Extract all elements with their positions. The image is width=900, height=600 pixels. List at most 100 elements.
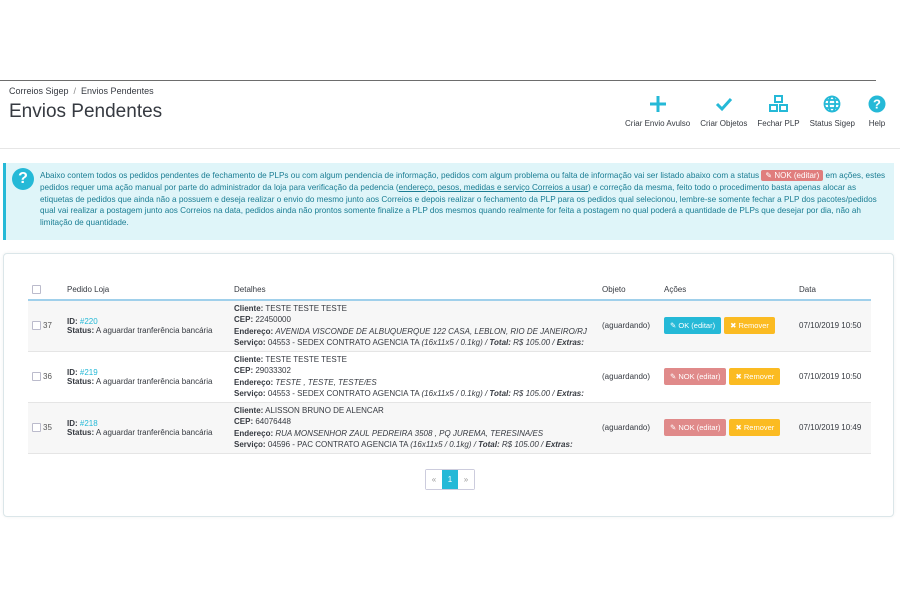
status-sigep-button[interactable]: Status Sigep xyxy=(805,93,860,128)
dims-value: (16x11x5 / 0.1kg) / xyxy=(410,440,476,449)
help-button[interactable]: ? Help xyxy=(860,93,894,128)
header-objeto: Objeto xyxy=(598,279,660,301)
object-cell: (aguardando) xyxy=(598,351,660,403)
row-number: 35 xyxy=(43,423,52,433)
nok-edit-label: NOK (editar) xyxy=(678,372,721,381)
page-header: Correios Sigep / Envios Pendentes Envios P… xyxy=(0,81,900,149)
row-checkbox[interactable] xyxy=(32,372,41,382)
edit-icon: ✎ xyxy=(670,372,677,381)
cep-value: 22450000 xyxy=(255,315,291,325)
extras-label: Extras: xyxy=(556,389,584,398)
total-value: R$ 105.00 / xyxy=(513,389,555,398)
orders-table: Pedido Loja Detalhes Objeto Ações Data 3… xyxy=(28,279,871,454)
ok-edit-button[interactable]: ✎ OK (editar) xyxy=(664,317,722,335)
customer-name: TESTE TESTE TESTE xyxy=(265,354,347,364)
row-checkbox[interactable] xyxy=(32,321,41,331)
cep-value: 29033302 xyxy=(255,366,291,375)
header-acoes: Ações xyxy=(660,279,795,301)
row-select-cell: 37 xyxy=(28,300,63,352)
row-number: 36 xyxy=(43,372,52,382)
pagination-page-1[interactable]: 1 xyxy=(442,470,458,489)
service-value: 04553 - SEDEX CONTRATO AGENCIA TA xyxy=(267,338,420,348)
breadcrumb-parent[interactable]: Correios Sigep xyxy=(9,86,69,96)
orders-panel: Pedido Loja Detalhes Objeto Ações Data 3… xyxy=(3,253,894,517)
status-label: Status: xyxy=(67,376,95,386)
create-objects-button[interactable]: Criar Objetos xyxy=(695,93,752,128)
alert-text-part1: Abaixo contem todos os pedidos pendentes… xyxy=(40,171,760,180)
close-plp-button[interactable]: Fechar PLP xyxy=(752,93,804,128)
total-value: R$ 105.00 / xyxy=(513,338,555,348)
edit-icon: ✎ xyxy=(670,423,677,432)
cliente-label: Cliente: xyxy=(234,354,264,364)
info-alert: ? Abaixo contem todos os pedidos pendent… xyxy=(3,163,894,240)
globe-icon xyxy=(820,93,844,115)
close-icon: ✖ xyxy=(735,423,742,432)
row-number: 37 xyxy=(43,321,52,331)
remove-label: Remover xyxy=(743,372,775,381)
table-header-row: Pedido Loja Detalhes Objeto Ações Data xyxy=(28,279,871,301)
header-pedido: Pedido Loja xyxy=(63,279,230,301)
table-row: 36 ID: #219 Status: A aguardar tranferên… xyxy=(28,351,871,403)
order-cell: ID: #219 Status: A aguardar tranferência… xyxy=(63,351,230,403)
remove-label: Remover xyxy=(738,321,769,331)
id-label: ID: xyxy=(67,367,78,377)
page-title: Envios Pendentes xyxy=(9,101,163,122)
date-cell: 07/10/2019 10:50 xyxy=(795,351,871,403)
order-cell: ID: #220 Status: A aguardar tranferência… xyxy=(63,300,230,352)
details-cell: Cliente: ALISSON BRUNO DE ALENCAR CEP: 6… xyxy=(230,402,598,454)
cep-label: CEP: xyxy=(234,417,254,426)
endereco-label: Endereço: xyxy=(234,326,274,336)
total-label: Total: xyxy=(478,440,500,449)
cubes-icon xyxy=(767,93,791,115)
remove-label: Remover xyxy=(743,423,775,432)
row-select-cell: 35 xyxy=(28,402,63,454)
table-row: 37 ID: #220 Status: A aguardar tranferên… xyxy=(28,300,871,352)
details-cell: Cliente: TESTE TESTE TESTE CEP: 29033302… xyxy=(230,351,598,403)
edit-icon: ✎ xyxy=(670,321,677,331)
customer-name: ALISSON BRUNO DE ALENCAR xyxy=(265,405,384,415)
order-status: A aguardar tranferência bancária xyxy=(95,427,213,437)
dims-value: (16x11x5 / 0.1kg) / xyxy=(421,389,488,398)
breadcrumb-separator: / xyxy=(73,86,77,96)
pagination: « 1 » xyxy=(425,469,475,490)
select-all-checkbox[interactable] xyxy=(32,284,41,294)
select-all-header xyxy=(28,279,63,301)
nok-edit-button[interactable]: ✎ NOK (editar) xyxy=(664,419,727,436)
order-id-link[interactable]: #218 xyxy=(80,419,98,428)
address-value: AVENIDA VISCONDE DE ALBUQUERQUE 122 CASA… xyxy=(275,326,587,336)
order-id-link[interactable]: #220 xyxy=(80,317,98,326)
order-status: A aguardar tranferência bancária xyxy=(95,325,213,335)
toolbar-label: Status Sigep xyxy=(809,119,855,128)
info-alert-text: Abaixo contem todos os pedidos pendentes… xyxy=(40,170,890,229)
cep-value: 64076448 xyxy=(255,417,291,426)
nok-edit-button[interactable]: ✎ NOK (editar) xyxy=(664,368,727,385)
address-value: RUA MONSENHOR ZAUL PEDREIRA 3508 , PQ JU… xyxy=(275,428,544,438)
remove-button[interactable]: ✖ Remover xyxy=(729,419,781,436)
cliente-label: Cliente: xyxy=(234,405,264,415)
total-label: Total: xyxy=(489,338,511,348)
status-label: Status: xyxy=(67,427,95,437)
question-circle-icon: ? xyxy=(12,168,34,190)
toolbar-label: Fechar PLP xyxy=(757,119,800,128)
question-icon: ? xyxy=(865,93,889,115)
order-cell: ID: #218 Status: A aguardar tranferência… xyxy=(63,402,230,454)
date-cell: 07/10/2019 10:50 xyxy=(795,300,871,352)
cep-label: CEP: xyxy=(234,366,254,375)
create-shipment-button[interactable]: Criar Envio Avulso xyxy=(620,93,695,128)
pagination-next[interactable]: » xyxy=(458,470,474,489)
remove-button[interactable]: ✖ Remover xyxy=(724,317,775,335)
total-value: R$ 105.00 / xyxy=(501,440,544,449)
remove-button[interactable]: ✖ Remover xyxy=(729,368,781,385)
order-id-link[interactable]: #219 xyxy=(80,368,98,377)
servico-label: Serviço: xyxy=(234,389,266,398)
endereco-label: Endereço: xyxy=(234,428,274,438)
pagination-prev[interactable]: « xyxy=(426,470,442,489)
status-label: Status: xyxy=(67,325,95,335)
id-label: ID: xyxy=(67,316,78,326)
nok-badge-label: NOK (editar) xyxy=(774,171,820,180)
header-data: Data xyxy=(795,279,871,301)
table-row: 35 ID: #218 Status: A aguardar tranferên… xyxy=(28,402,871,454)
servico-label: Serviço: xyxy=(234,440,266,449)
row-checkbox[interactable] xyxy=(32,423,41,433)
customer-name: TESTE TESTE TESTE xyxy=(265,303,347,313)
